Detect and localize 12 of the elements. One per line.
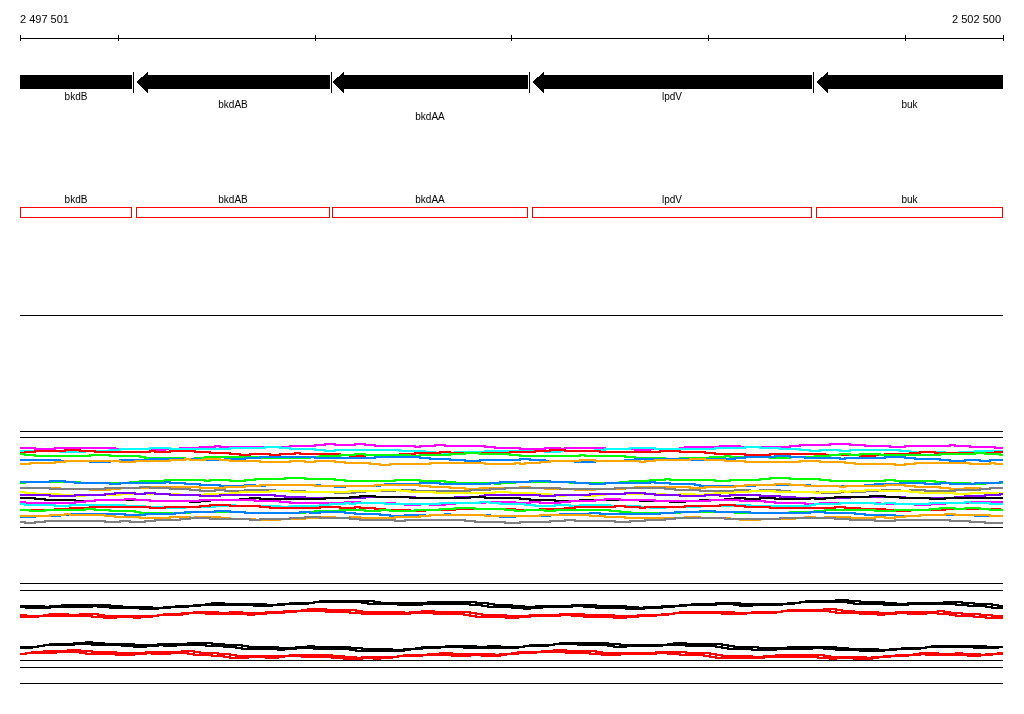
feature-label: bkdAA [415, 194, 445, 205]
gene-label: bkdAA [415, 111, 445, 122]
gene-label: bkdB [64, 91, 88, 102]
gene-label: buk [901, 99, 918, 110]
ruler-end-label: 2 502 500 [952, 13, 1001, 25]
gene-label: bkdAB [218, 99, 248, 110]
feature-label: bkdB [64, 194, 88, 205]
feature-label: lpdV [662, 194, 682, 205]
feature-label: buk [901, 194, 918, 205]
feature-label: bkdAB [218, 194, 248, 205]
ruler-start-label: 2 497 501 [20, 13, 69, 25]
gene-label: lpdV [662, 91, 682, 102]
